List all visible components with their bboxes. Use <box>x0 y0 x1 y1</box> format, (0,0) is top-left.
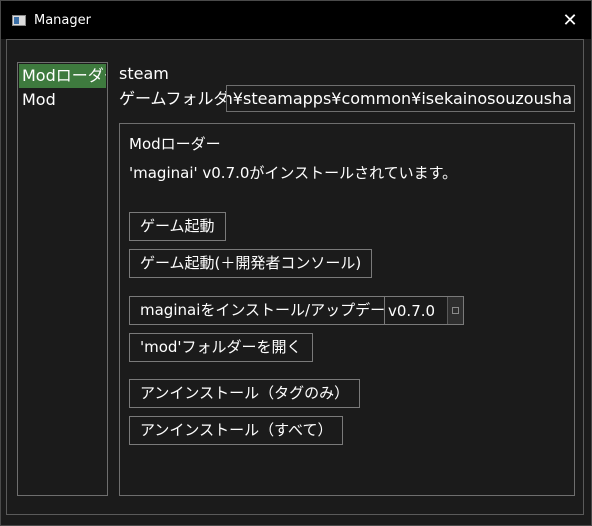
open-mod-folder-button[interactable]: 'mod'フォルダーを開く <box>129 333 313 362</box>
app-window-icon <box>12 15 26 26</box>
uninstall-all-button[interactable]: アンインストール（すべて） <box>129 416 344 445</box>
uninstall-tags-button[interactable]: アンインストール（タグのみ） <box>129 379 361 408</box>
version-value: v0.7.0 <box>388 302 436 320</box>
install-update-button[interactable]: maginaiをインストール/アップデート <box>129 296 412 325</box>
game-folder-value: team¥steamapps¥common¥isekainosouzousha <box>226 89 572 108</box>
install-status-text: 'maginai' v0.7.0がインストールされています。 <box>129 164 458 182</box>
sidebar-list[interactable]: Modローダー Mod <box>17 62 108 496</box>
platform-label: steam <box>119 64 169 83</box>
version-select[interactable]: v0.7.0 <box>384 296 464 325</box>
mod-loader-group: Modローダー 'maginai' v0.7.0がインストールされています。 ゲ… <box>119 123 575 496</box>
title-bar[interactable]: Manager ✕ <box>1 1 591 39</box>
launch-game-button[interactable]: ゲーム起動 <box>129 212 226 241</box>
game-folder-field[interactable]: team¥steamapps¥common¥isekainosouzousha <box>226 85 575 112</box>
window-title: Manager <box>34 13 91 28</box>
manager-window: Manager ✕ Modローダー Mod steam ゲームフォルダ： tea… <box>0 0 592 526</box>
close-icon[interactable]: ✕ <box>559 10 581 32</box>
launch-game-console-button[interactable]: ゲーム起動(＋開発者コンソール) <box>129 249 373 278</box>
spin-arrows-icon[interactable] <box>447 297 463 324</box>
mod-loader-heading: Modローダー <box>129 135 221 153</box>
sidebar-item-mod[interactable]: Mod <box>19 88 106 112</box>
sidebar-item-mod-loader[interactable]: Modローダー <box>19 64 106 88</box>
client-area: Modローダー Mod steam ゲームフォルダ： team¥steamapp… <box>6 39 584 515</box>
